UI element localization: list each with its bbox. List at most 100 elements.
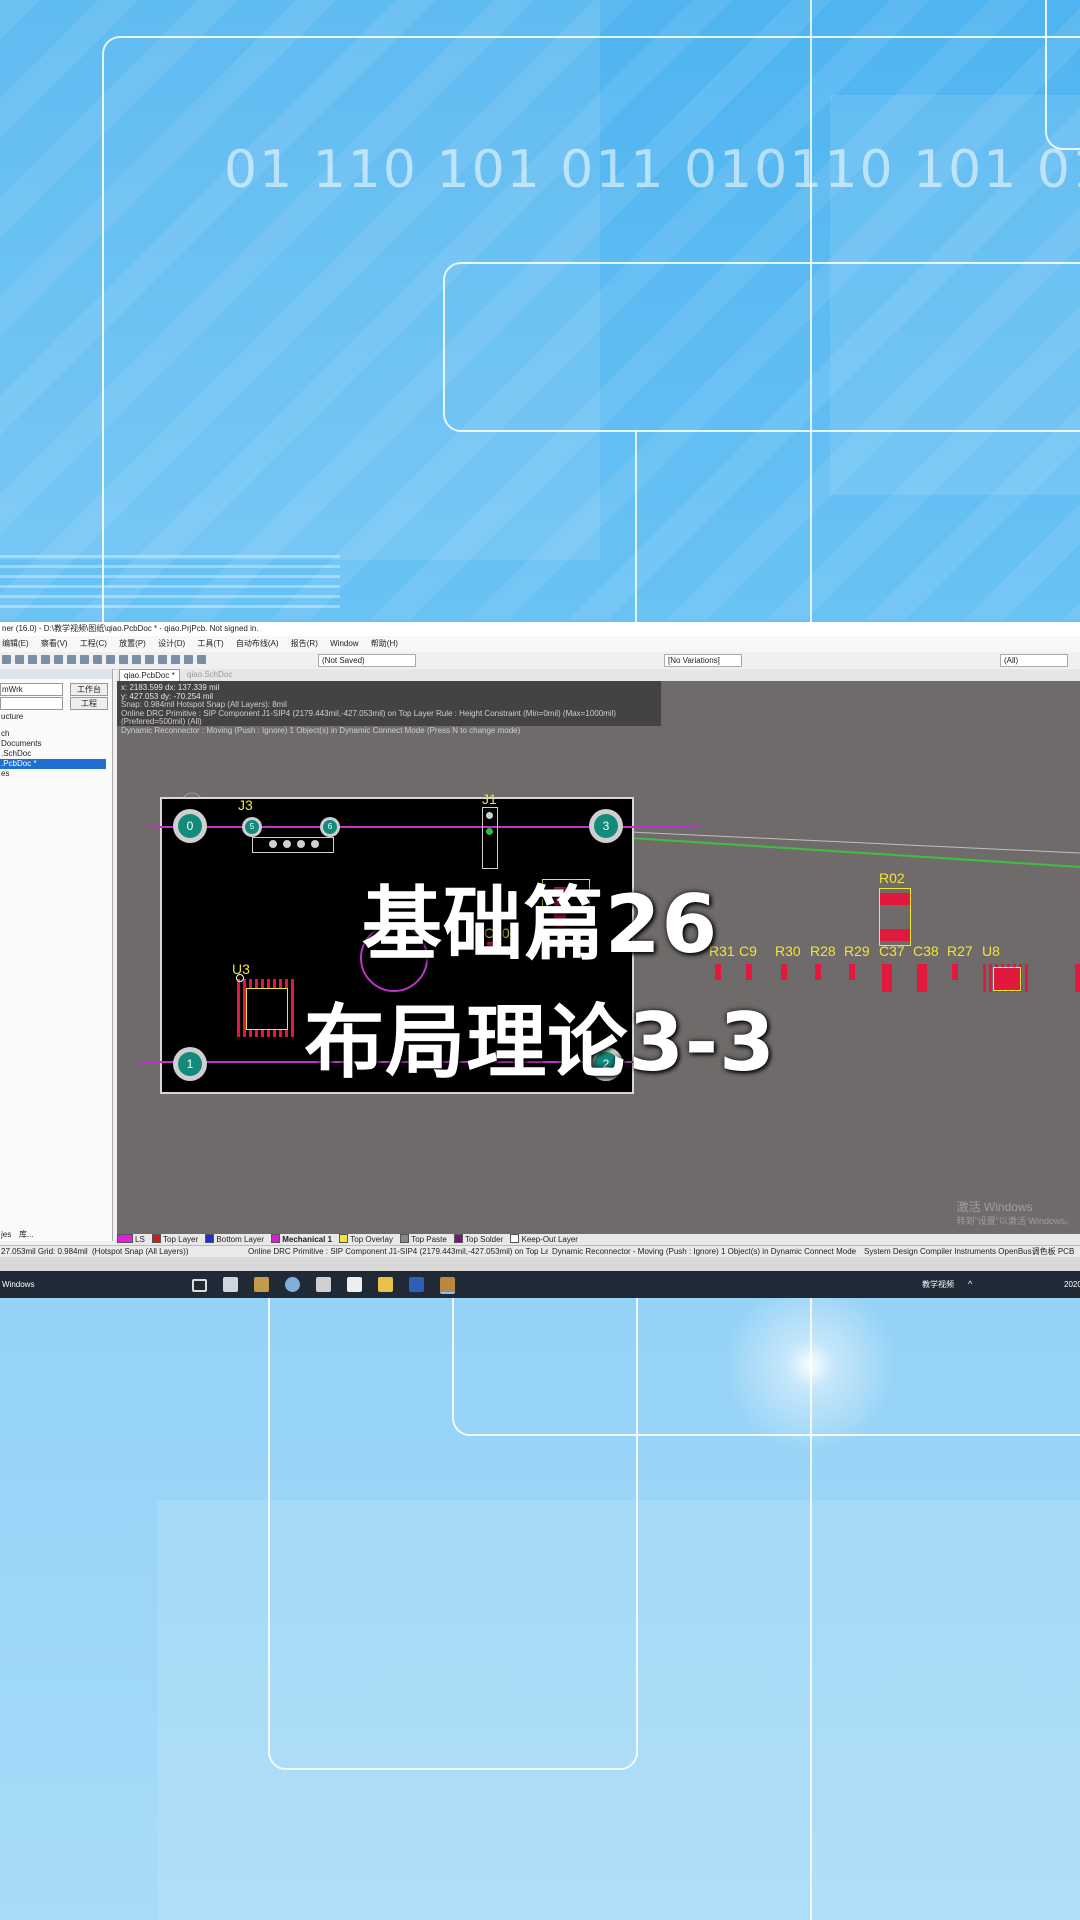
zoom-icon[interactable] [54, 655, 63, 664]
layer-tab-bottom[interactable]: Bottom Layer [205, 1234, 264, 1245]
layer-tab-keepout[interactable]: Keep-Out Layer [510, 1234, 578, 1245]
menu-bar: 编辑(E) 察看(V) 工程(C) 放置(P) 设计(D) 工具(T) 自动布线… [0, 636, 1080, 652]
layer-tab-top[interactable]: Top Layer [152, 1234, 198, 1245]
menu-item-view[interactable]: 察看(V) [41, 639, 68, 648]
layer-tab-label: Mechanical 1 [282, 1235, 333, 1244]
hole-label-3: 3 [594, 814, 618, 838]
cut-icon[interactable] [80, 655, 89, 664]
panel-tab-library[interactable]: 库... [18, 1230, 49, 1240]
menu-item-window[interactable]: Window [330, 639, 358, 648]
save-icon[interactable] [28, 655, 37, 664]
pencil-icon[interactable] [184, 655, 193, 664]
designator-j3[interactable]: J3 [238, 797, 253, 813]
task-view-icon[interactable] [192, 1279, 207, 1292]
menu-item-edit[interactable]: 编辑(E) [2, 639, 29, 648]
menu-item-autoroute[interactable]: 自动布线(A) [236, 639, 279, 648]
cross-icon[interactable] [145, 655, 154, 664]
j3-pin-6-label: 6 [323, 820, 337, 834]
layer-tab-label: Keep-Out Layer [521, 1235, 578, 1244]
folder-icon[interactable] [378, 1277, 393, 1292]
panel-header [0, 669, 112, 679]
j3-pin-6[interactable]: 6 [320, 817, 340, 837]
layer-tab-paste[interactable]: Top Paste [400, 1234, 447, 1245]
layer-swatch [339, 1234, 349, 1243]
menu-item-tools[interactable]: 工具(T) [197, 639, 223, 648]
variant-combo[interactable]: (Not Saved) [318, 654, 416, 667]
clock[interactable]: 2020 [1064, 1271, 1080, 1298]
layer-tab-label: Top Layer [163, 1235, 199, 1244]
tree-item-1[interactable]: Documents [0, 739, 106, 749]
menu-item-help[interactable]: 帮助(H) [371, 639, 398, 648]
designator-j1[interactable]: J1 [482, 791, 497, 807]
copy-icon[interactable] [93, 655, 102, 664]
j3-body[interactable] [252, 837, 334, 853]
watermark-line2: 转到"设置"以激活 Windows。 [956, 1216, 1074, 1226]
layer-swatch [152, 1234, 162, 1243]
workspace-combo[interactable]: mWrk [0, 683, 63, 696]
menu-item-project[interactable]: 工程(C) [80, 639, 107, 648]
j1-pin [486, 812, 493, 819]
toolbar-icons [2, 655, 206, 664]
layer-tab-mechanical[interactable]: Mechanical 1 [271, 1234, 332, 1245]
tree-item-2[interactable]: .SchDoc [0, 749, 106, 759]
start-label[interactable]: Windows [2, 1271, 34, 1298]
paste-icon[interactable] [106, 655, 115, 664]
variations-combo[interactable]: [No Variations] [664, 654, 742, 667]
j3-pin-5[interactable]: 5 [242, 817, 262, 837]
layer-swatch [117, 1234, 133, 1243]
mounting-hole-3[interactable]: 3 [589, 809, 623, 843]
main-toolbar: (Not Saved) [No Variations] (All) [0, 652, 1080, 670]
layer-tab-solder[interactable]: Top Solder [454, 1234, 503, 1245]
project-button[interactable]: 工程 [70, 697, 108, 710]
document-tabs: qiao.PcbDoc * qiao.SchDoc [117, 669, 1080, 682]
altium-active-icon[interactable] [440, 1277, 455, 1294]
menu-item-design[interactable]: 设计(D) [158, 639, 185, 648]
redo-icon[interactable] [171, 655, 180, 664]
workspace-button[interactable]: 工作台 [70, 683, 108, 696]
tray-label[interactable]: 教学视频 [922, 1271, 954, 1298]
print-icon[interactable] [41, 655, 50, 664]
layer-tab-ls[interactable]: LS [117, 1234, 145, 1245]
altium-icon[interactable] [254, 1277, 269, 1292]
layer-swatch [400, 1234, 410, 1243]
vertical-line-2 [635, 430, 637, 630]
filter-combo[interactable]: (All) [1000, 654, 1068, 667]
layer-tab-label: Bottom Layer [216, 1235, 264, 1244]
new-file-icon[interactable] [2, 655, 11, 664]
calculator-icon[interactable] [223, 1277, 238, 1292]
project-combo[interactable] [0, 697, 63, 710]
layer-tab-label: LS [135, 1235, 145, 1244]
structure-label: ucture [1, 712, 24, 721]
tray-chevron-icon[interactable]: ^ [968, 1271, 972, 1298]
select-icon[interactable] [119, 655, 128, 664]
pdf-icon[interactable] [316, 1277, 331, 1292]
frame-corner-top-right [1045, 0, 1080, 150]
tree-item-3[interactable]: .PcbDoc * [0, 759, 106, 769]
j3-pin-5-label: 5 [245, 820, 259, 834]
layer-tab-label: Top Overlay [350, 1235, 393, 1244]
mounting-hole-0[interactable]: 0 [173, 809, 207, 843]
network-app-icon[interactable] [285, 1277, 300, 1292]
layer-tab-label: Top Solder [465, 1235, 504, 1244]
tab-schdoc[interactable]: qiao.SchDoc [183, 669, 236, 681]
undo-icon[interactable] [158, 655, 167, 664]
menu-item-reports[interactable]: 报告(R) [291, 639, 318, 648]
frame-inner-upper [443, 262, 1080, 432]
open-icon[interactable] [15, 655, 24, 664]
lens-flare [715, 1270, 905, 1460]
windows-taskbar: Windows 教学视频 ^ 2020 [0, 1271, 1080, 1298]
video-title-line1: 基础篇26 [361, 878, 719, 971]
layer-tab-overlay[interactable]: Top Overlay [339, 1234, 393, 1245]
layer-tabs: LS Top Layer Bottom Layer Mechanical 1 T… [117, 1234, 1080, 1245]
zoom-fit-icon[interactable] [67, 655, 76, 664]
tree-item-4[interactable]: es [0, 769, 106, 779]
x-app-icon[interactable] [347, 1277, 362, 1292]
word-icon[interactable] [409, 1277, 424, 1292]
layer-swatch [454, 1234, 463, 1243]
move-icon[interactable] [132, 655, 141, 664]
menu-item-place[interactable]: 放置(P) [119, 639, 146, 648]
browse-icon[interactable] [197, 655, 206, 664]
hole-label-0: 0 [178, 814, 202, 838]
j1-pin [486, 828, 493, 835]
tree-item-0[interactable]: ch [0, 729, 106, 739]
